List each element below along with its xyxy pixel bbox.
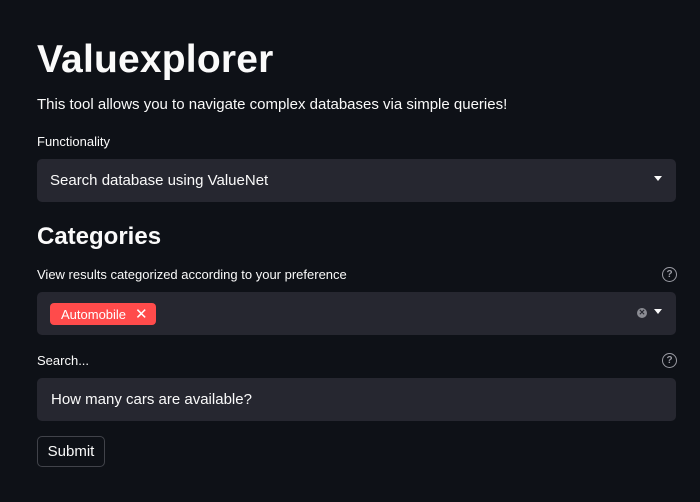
clear-circle-icon[interactable]: ✕ [637,308,647,318]
categories-label: View results categorized according to yo… [37,267,347,282]
categories-multiselect[interactable]: Automobile ✕ ✕ [37,292,676,335]
categories-heading: Categories [37,223,162,250]
search-input-value: How many cars are available? [51,391,252,408]
category-tag-label: Automobile [61,306,127,322]
question-circle-icon[interactable]: ? [662,353,677,368]
functionality-label: Functionality [37,134,110,149]
submit-button[interactable]: Submit [37,436,105,467]
functionality-select[interactable]: Search database using ValueNet [37,159,676,202]
chevron-down-icon[interactable] [654,309,662,314]
category-tag-automobile: Automobile ✕ [50,303,156,325]
page-title: Valuexplorer [37,38,274,81]
chevron-down-icon[interactable] [654,176,662,181]
question-circle-icon[interactable]: ? [662,267,677,282]
page-description: This tool allows you to navigate complex… [37,96,508,113]
search-label: Search... [37,353,90,368]
close-icon[interactable]: ✕ [135,307,148,322]
functionality-selected-value: Search database using ValueNet [50,172,269,189]
search-input[interactable]: How many cars are available? [37,378,676,421]
